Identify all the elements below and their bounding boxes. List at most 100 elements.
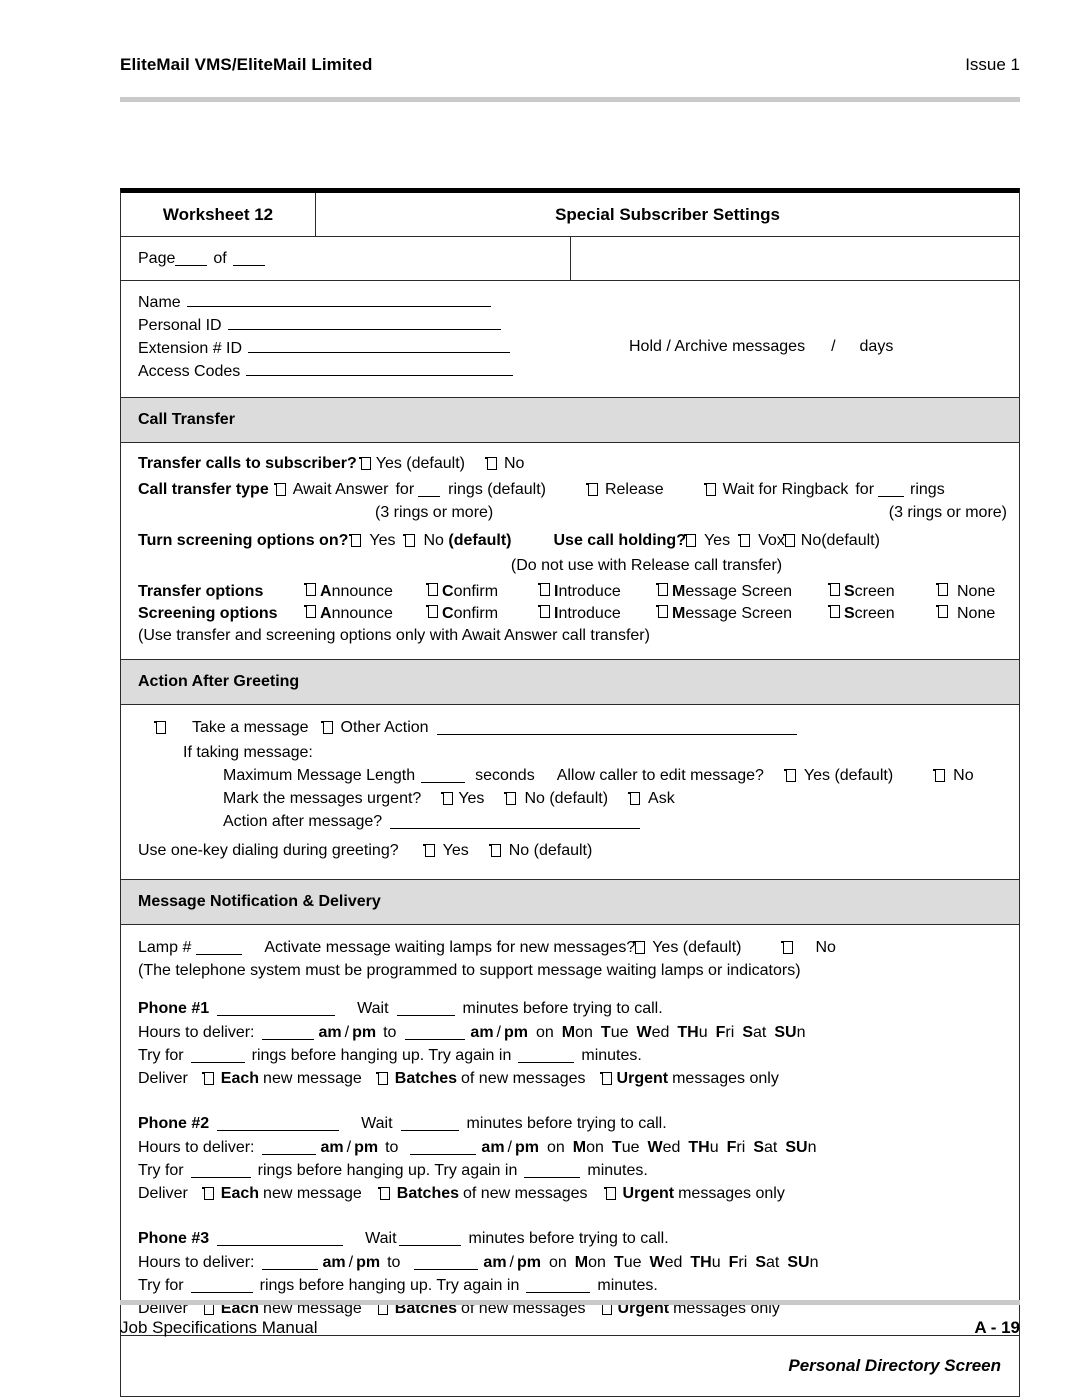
mark-urgent-ask-checkbox[interactable]	[628, 792, 641, 805]
phone3-day-fri[interactable]: Fri	[729, 1254, 748, 1271]
mark-urgent-no-checkbox[interactable]	[504, 792, 517, 805]
screening-option-confirm[interactable]: Confirm	[426, 603, 540, 624]
phone3-from-time-input[interactable]	[261, 1255, 318, 1270]
other-action-checkbox[interactable]	[320, 721, 333, 734]
phone3-try-rings-input[interactable]	[190, 1278, 253, 1293]
phone2-to-time-input[interactable]	[410, 1140, 477, 1155]
access-codes-input[interactable]	[246, 361, 514, 376]
activate-lamps-yes-checkbox[interactable]	[633, 941, 646, 954]
screening-confirm-checkbox[interactable]	[426, 605, 438, 618]
screening-message-screen-checkbox[interactable]	[656, 605, 668, 618]
wait-rings-input[interactable]	[878, 482, 905, 497]
phone3-number-input[interactable]	[217, 1231, 344, 1246]
phone3-wait-input[interactable]	[398, 1231, 461, 1246]
screening-option-announce[interactable]: Announce	[304, 603, 428, 624]
screening-none-checkbox[interactable]	[936, 605, 948, 618]
page-blank-total[interactable]	[232, 252, 265, 266]
phone2-from-time-input[interactable]	[261, 1140, 316, 1155]
extension-input[interactable]	[248, 338, 511, 353]
phone2-day-sat[interactable]: Sat	[753, 1139, 777, 1156]
name-input[interactable]	[186, 292, 491, 307]
screening-announce-checkbox[interactable]	[304, 605, 316, 618]
screening-option-message-screen[interactable]: Message Screen	[656, 603, 830, 624]
phone1-from-time-input[interactable]	[261, 1025, 314, 1040]
activate-lamps-no-checkbox[interactable]	[781, 941, 794, 954]
transfer-introduce-checkbox[interactable]	[538, 583, 550, 596]
phone3-to-time-input[interactable]	[414, 1255, 479, 1270]
phone1-deliver-each-checkbox[interactable]	[201, 1072, 214, 1085]
transfer-calls-yes-checkbox[interactable]	[358, 457, 371, 470]
call-holding-yes-checkbox[interactable]	[683, 534, 696, 547]
screening-on-no-checkbox[interactable]	[403, 534, 416, 547]
transfer-option-screen[interactable]: Screen	[828, 581, 938, 602]
transfer-announce-checkbox[interactable]	[304, 583, 316, 596]
transfer-option-announce[interactable]: Announce	[304, 581, 428, 602]
wait-ringback-checkbox[interactable]	[703, 483, 716, 496]
phone1-day-wed[interactable]: Wed	[637, 1024, 670, 1041]
release-checkbox[interactable]	[585, 483, 598, 496]
phone1-day-tue[interactable]: Tue	[601, 1024, 629, 1041]
phone1-number-input[interactable]	[217, 1001, 336, 1016]
phone2-day-tue[interactable]: Tue	[612, 1139, 640, 1156]
screening-option-none[interactable]: None	[936, 603, 995, 624]
phone3-day-thu[interactable]: THu	[690, 1254, 720, 1271]
lamp-number-input[interactable]	[196, 940, 243, 955]
phone3-day-sat[interactable]: Sat	[755, 1254, 779, 1271]
page-blank-current[interactable]	[175, 252, 208, 266]
phone1-day-sat[interactable]: Sat	[742, 1024, 766, 1041]
phone1-day-thu[interactable]: THu	[677, 1024, 707, 1041]
phone2-day-thu[interactable]: THu	[688, 1139, 718, 1156]
other-action-input[interactable]	[436, 720, 797, 735]
phone2-day-wed[interactable]: Wed	[648, 1139, 681, 1156]
phone1-deliver-urgent-checkbox[interactable]	[599, 1072, 612, 1085]
phone2-day-mon[interactable]: Mon	[573, 1139, 604, 1156]
phone1-day-mon[interactable]: Mon	[562, 1024, 593, 1041]
phone2-wait-input[interactable]	[400, 1116, 459, 1131]
phone3-day-wed[interactable]: Wed	[650, 1254, 683, 1271]
max-length-input[interactable]	[421, 768, 466, 783]
await-answer-checkbox[interactable]	[273, 483, 286, 496]
one-key-yes-checkbox[interactable]	[422, 844, 435, 857]
phone1-day-fri[interactable]: Fri	[716, 1024, 735, 1041]
phone2-try-rings-input[interactable]	[190, 1163, 251, 1178]
phone1-deliver-batches-checkbox[interactable]	[375, 1072, 388, 1085]
phone2-number-input[interactable]	[217, 1116, 340, 1131]
phone2-day-sun[interactable]: SUn	[785, 1139, 816, 1156]
personal-id-input[interactable]	[227, 315, 501, 330]
action-after-message-input[interactable]	[390, 814, 641, 829]
phone1-try-again-input[interactable]	[518, 1048, 575, 1063]
phone2-deliver-batches-checkbox[interactable]	[377, 1187, 390, 1200]
phone2-deliver-each-checkbox[interactable]	[201, 1187, 214, 1200]
screening-option-screen[interactable]: Screen	[828, 603, 938, 624]
await-rings-input[interactable]	[418, 482, 441, 497]
allow-edit-yes-checkbox[interactable]	[783, 769, 796, 782]
phone1-wait-input[interactable]	[396, 1001, 455, 1016]
phone2-day-fri[interactable]: Fri	[727, 1139, 746, 1156]
take-a-message-checkbox[interactable]	[154, 721, 166, 734]
call-holding-no-checkbox[interactable]	[782, 534, 795, 547]
phone1-try-rings-input[interactable]	[190, 1048, 245, 1063]
one-key-no-checkbox[interactable]	[488, 844, 501, 857]
phone1-to-time-input[interactable]	[405, 1025, 466, 1040]
transfer-none-checkbox[interactable]	[936, 583, 948, 596]
transfer-option-introduce[interactable]: Introduce	[538, 581, 658, 602]
allow-edit-no-checkbox[interactable]	[933, 769, 946, 782]
screening-introduce-checkbox[interactable]	[538, 605, 550, 618]
screening-screen-checkbox[interactable]	[828, 605, 840, 618]
phone2-try-again-input[interactable]	[524, 1163, 581, 1178]
phone3-try-again-input[interactable]	[526, 1278, 591, 1293]
phone3-day-sun[interactable]: SUn	[787, 1254, 818, 1271]
transfer-message-screen-checkbox[interactable]	[656, 583, 668, 596]
transfer-screen-checkbox[interactable]	[828, 583, 840, 596]
transfer-confirm-checkbox[interactable]	[426, 583, 438, 596]
call-holding-vox-checkbox[interactable]	[738, 534, 751, 547]
phone1-day-sun[interactable]: SUn	[774, 1024, 805, 1041]
phone3-day-tue[interactable]: Tue	[614, 1254, 642, 1271]
screening-option-introduce[interactable]: Introduce	[538, 603, 658, 624]
phone3-day-mon[interactable]: Mon	[575, 1254, 606, 1271]
transfer-option-message-screen[interactable]: Message Screen	[656, 581, 830, 602]
transfer-calls-no-checkbox[interactable]	[485, 457, 497, 470]
mark-urgent-yes-checkbox[interactable]	[441, 792, 454, 805]
phone2-deliver-urgent-checkbox[interactable]	[603, 1187, 616, 1200]
screening-on-yes-checkbox[interactable]	[349, 534, 362, 547]
